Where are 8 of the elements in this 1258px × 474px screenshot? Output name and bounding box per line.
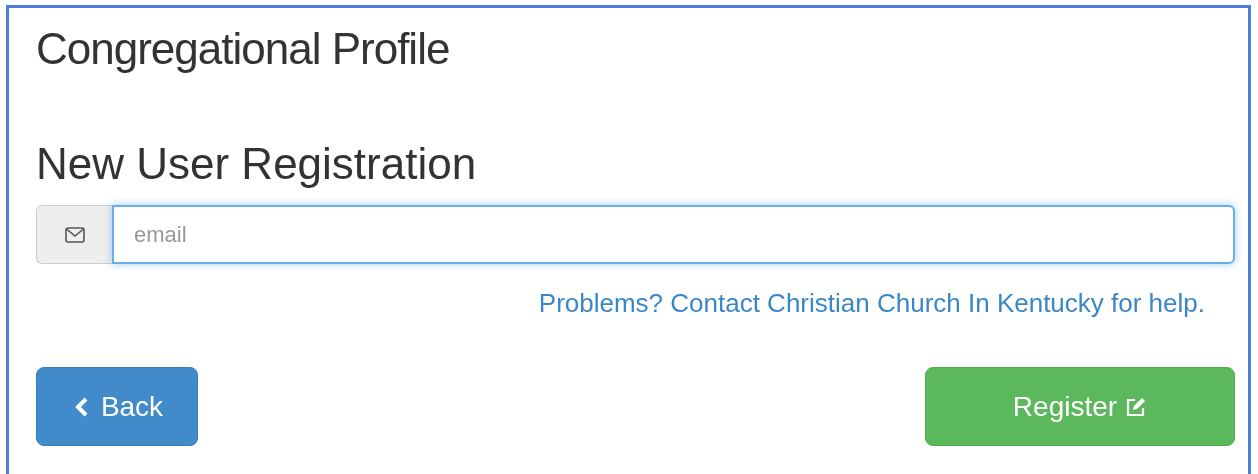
email-field[interactable]: email: [112, 205, 1235, 264]
section-heading: New User Registration: [36, 138, 477, 190]
register-button[interactable]: Register: [925, 367, 1235, 446]
edit-icon: [1125, 395, 1148, 418]
back-button[interactable]: Back: [36, 367, 198, 446]
page-title: Congregational Profile: [36, 23, 450, 75]
help-link[interactable]: Problems? Contact Christian Church In Kentucky for help.: [538, 288, 1205, 319]
envelope-icon: [36, 205, 112, 264]
